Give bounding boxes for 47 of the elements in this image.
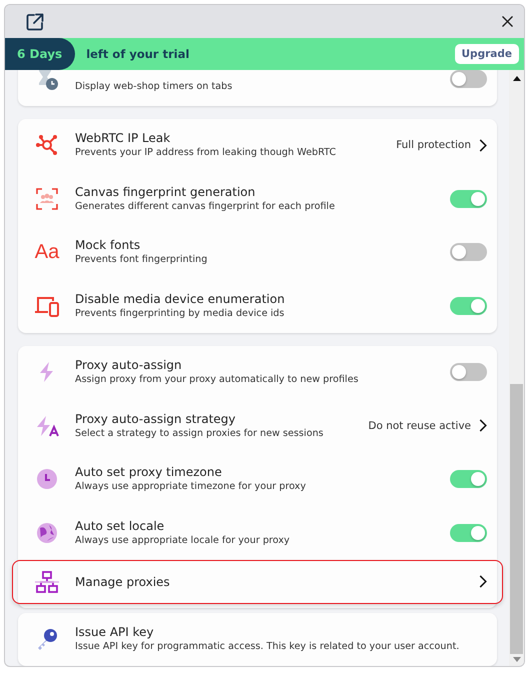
setting-title: Proxy auto-assign strategy <box>75 410 237 427</box>
toggle-switch[interactable] <box>450 296 487 315</box>
setting-title: Issue API key <box>75 624 155 640</box>
setting-description: Display web-shop timers on tabs <box>75 80 234 94</box>
setting-title: Disable media device enumeration <box>75 290 286 307</box>
setting-value[interactable]: Full protection <box>396 139 471 152</box>
open-external-icon[interactable] <box>25 12 45 32</box>
lightning-icon <box>34 414 60 438</box>
toggle-switch[interactable] <box>450 470 487 488</box>
toggle-switch[interactable] <box>450 243 487 262</box>
days-left-badge: 6 Days <box>5 38 76 70</box>
setting-description: Select a strategy to assign proxies for new sessions <box>75 426 324 441</box>
scroll-up-icon[interactable] <box>512 76 520 81</box>
setting-description: Prevents your IP address from leaking though WebRTC <box>75 146 337 160</box>
chevron-right-icon[interactable] <box>479 138 487 152</box>
setting-description: Prevents font fingerprinting <box>75 253 208 268</box>
setting-description: Always use appropriate locale for your proxy <box>75 534 291 548</box>
setting-title: Mock fonts <box>75 237 142 254</box>
manage-proxies-row[interactable]: Manage proxies <box>12 560 503 604</box>
setting-description: Prevents fingerprinting by media device ids <box>75 306 286 321</box>
upgrade-button[interactable]: Upgrade <box>454 44 519 64</box>
clock-icon <box>35 467 59 492</box>
setting-description: Always use appropriate timezone for your proxy <box>75 480 307 494</box>
setting-description: Assign proxy from your proxy automatically to new profiles <box>75 373 360 388</box>
setting-description: Issue API key for programmatic access. This key is related to your user account. <box>75 640 460 654</box>
setting-description: Generates different canvas fingerprint for each profile <box>75 200 336 214</box>
face-frame-icon <box>35 186 59 211</box>
setting-title: Auto set proxy timezone <box>75 464 223 480</box>
setting-title: Canvas fingerprint generation <box>75 184 256 200</box>
globe-icon <box>35 520 59 545</box>
toggle-switch[interactable] <box>450 70 487 88</box>
network-icon <box>34 570 60 592</box>
scrollbar-thumb[interactable] <box>510 384 523 654</box>
setting-title: WebRTC IP Leak <box>75 130 172 146</box>
setting-value[interactable]: Do not reuse active <box>368 420 471 432</box>
toggle-switch[interactable] <box>450 363 487 382</box>
trial-text: left of your trial <box>86 47 190 61</box>
network-nodes-icon <box>35 133 59 158</box>
toggle-switch[interactable] <box>450 190 487 208</box>
chevron-right-icon[interactable] <box>479 419 487 432</box>
setting-title: Proxy auto-assign <box>75 357 183 374</box>
toggle-switch[interactable] <box>450 524 487 542</box>
close-icon[interactable] <box>502 16 513 27</box>
scroll-down-icon[interactable] <box>512 657 520 662</box>
font-icon: Aa <box>34 240 60 264</box>
setting-title: Auto set locale <box>75 518 166 534</box>
chevron-right-icon <box>479 575 487 588</box>
